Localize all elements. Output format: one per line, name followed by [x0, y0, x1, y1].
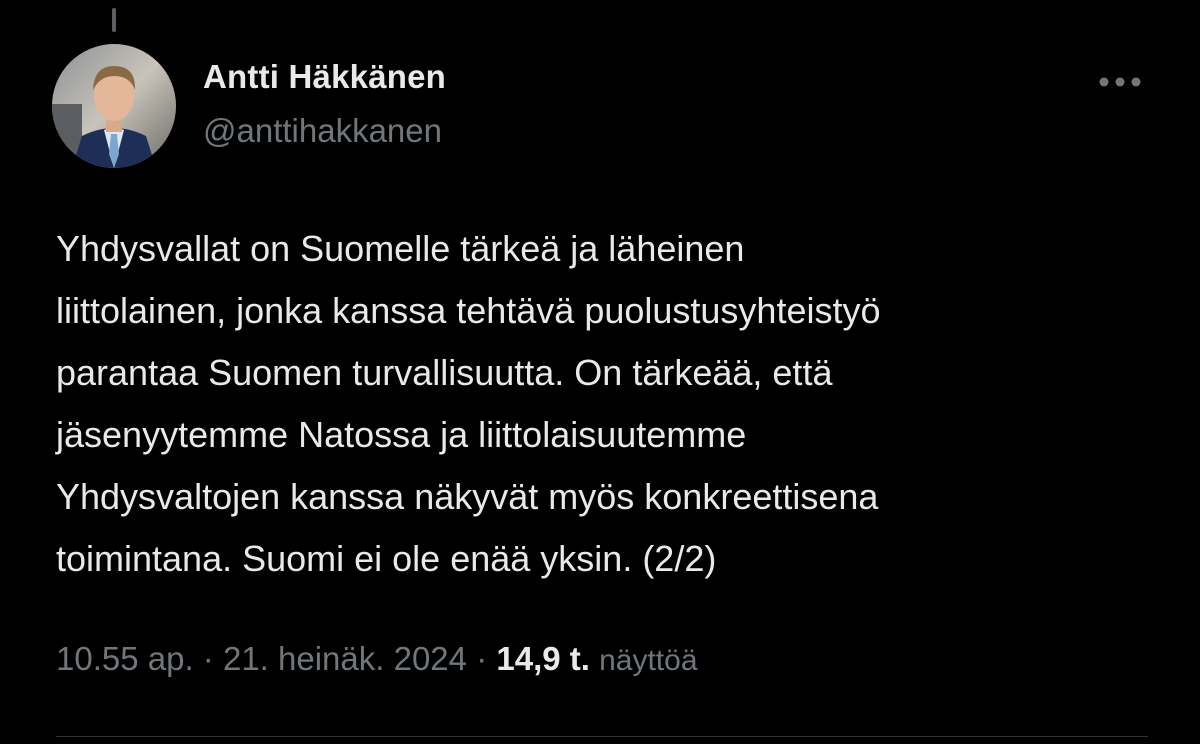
views-label: näyttöä — [599, 644, 698, 677]
more-options-button[interactable] — [1090, 64, 1150, 100]
tweet-text: Yhdysvallat on Suomelle tärkeä ja lähein… — [56, 228, 881, 579]
more-horizontal-icon — [1099, 77, 1141, 87]
tweet-time[interactable]: 10.55 ap. — [56, 640, 194, 677]
divider — [56, 736, 1148, 737]
avatar-photo — [52, 44, 176, 168]
author-display-name[interactable]: Antti Häkkänen — [203, 58, 446, 96]
author-handle[interactable]: @anttihakkanen — [203, 112, 442, 150]
thread-connector-line — [112, 8, 116, 32]
tweet-date[interactable]: 21. heinäk. 2024 — [223, 640, 467, 677]
author-avatar[interactable] — [52, 44, 176, 168]
tweet-metadata: 10.55 ap. · 21. heinäk. 2024 · 14,9 t. n… — [56, 640, 698, 678]
views-count: 14,9 t. — [496, 640, 590, 677]
meta-separator: · — [476, 640, 488, 677]
meta-separator: · — [202, 640, 214, 677]
